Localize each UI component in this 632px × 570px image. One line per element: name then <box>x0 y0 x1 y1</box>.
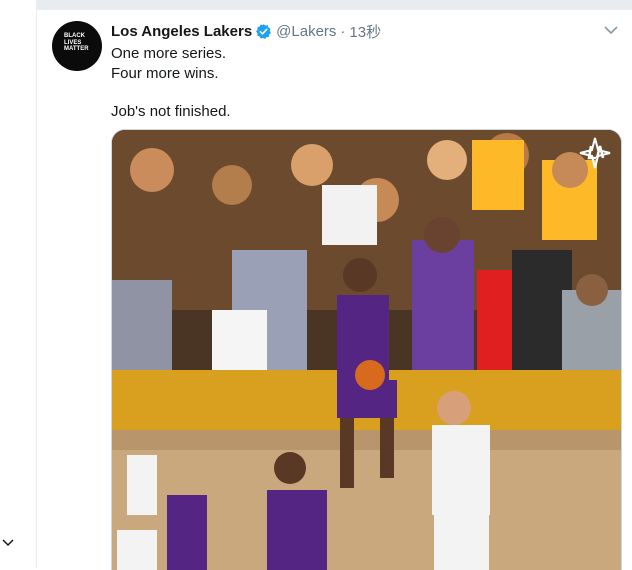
tweet-header: Los Angeles Lakers @Lakers · 13秒 <box>111 21 381 41</box>
tweet-text: One more series. Four more wins. Job's n… <box>111 44 231 122</box>
author-name[interactable]: Los Angeles Lakers <box>111 23 252 40</box>
tweet-media-video[interactable] <box>111 129 622 570</box>
lakers-logo-icon <box>579 137 611 169</box>
avatar[interactable]: BLACK LIVES MATTER <box>52 21 102 71</box>
verified-badge-icon <box>256 23 272 39</box>
tweet[interactable]: BLACK LIVES MATTER Los Angeles Lakers @L… <box>37 9 632 570</box>
avatar-logo-text: BLACK LIVES MATTER <box>64 33 89 52</box>
separator-dot: · <box>340 22 346 40</box>
tweet-line: Job's not finished. <box>111 103 231 120</box>
timeline-divider <box>37 0 632 9</box>
chevron-down-icon[interactable] <box>2 536 14 548</box>
left-panel <box>0 0 37 568</box>
tweet-line: Four more wins. <box>111 64 219 82</box>
basketball-scene-image <box>112 130 621 570</box>
timestamp[interactable]: 13秒 <box>349 21 381 42</box>
tweet-line: One more series. <box>111 45 227 62</box>
chevron-down-icon[interactable] <box>603 22 619 38</box>
author-handle[interactable]: @Lakers <box>276 23 336 40</box>
